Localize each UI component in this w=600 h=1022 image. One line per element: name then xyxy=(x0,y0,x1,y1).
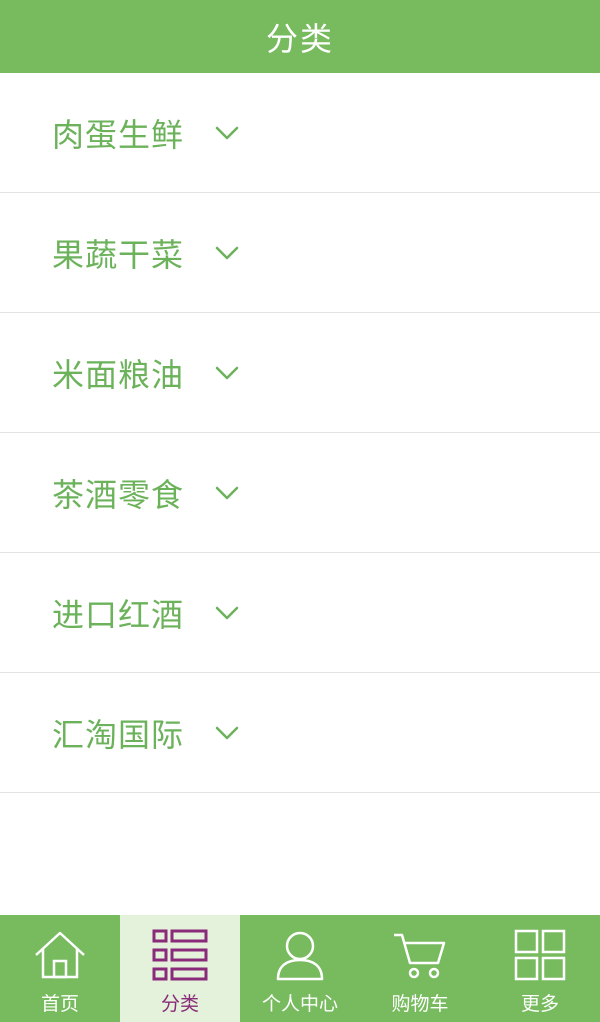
category-label: 进口红酒 xyxy=(52,595,185,634)
category-label: 汇淘国际 xyxy=(52,715,185,754)
user-icon xyxy=(276,931,324,981)
tab-label: 个人中心 xyxy=(261,993,338,1015)
tab-category[interactable]: 分类 xyxy=(120,915,240,1022)
grid-icon xyxy=(514,929,566,981)
top-header: 分类 xyxy=(0,0,600,73)
category-item-fruit-veg[interactable]: 果蔬干菜 xyxy=(0,193,600,313)
tab-label: 更多 xyxy=(520,993,559,1015)
cart-icon xyxy=(394,933,446,979)
tab-cart[interactable]: 购物车 xyxy=(360,915,480,1022)
category-label: 茶酒零食 xyxy=(52,475,185,514)
chevron-down-icon xyxy=(215,486,239,499)
category-item-meat-eggs-fresh[interactable]: 肉蛋生鲜 xyxy=(0,73,600,193)
tab-label: 首页 xyxy=(40,993,79,1015)
bottom-tab-bar: 首页 分类 个人中心 购物车 更多 xyxy=(0,915,600,1022)
chevron-down-icon xyxy=(215,726,239,739)
category-item-rice-noodles-oil[interactable]: 米面粮油 xyxy=(0,313,600,433)
category-label: 肉蛋生鲜 xyxy=(52,115,185,154)
chevron-down-icon xyxy=(215,246,239,259)
page-title: 分类 xyxy=(265,19,334,58)
chevron-down-icon xyxy=(215,606,239,619)
tab-label: 购物车 xyxy=(391,993,449,1015)
tab-more[interactable]: 更多 xyxy=(480,915,600,1022)
chevron-down-icon xyxy=(215,366,239,379)
tab-home[interactable]: 首页 xyxy=(0,915,120,1022)
category-item-tea-wine-snacks[interactable]: 茶酒零食 xyxy=(0,433,600,553)
tab-label: 分类 xyxy=(160,993,199,1015)
home-icon xyxy=(35,931,85,979)
tab-profile[interactable]: 个人中心 xyxy=(240,915,360,1022)
category-list-icon xyxy=(152,929,208,981)
category-item-imported-wine[interactable]: 进口红酒 xyxy=(0,553,600,673)
chevron-down-icon xyxy=(215,126,239,139)
category-list: 肉蛋生鲜 果蔬干菜 米面粮油 茶酒零食 进口红酒 汇淘国际 xyxy=(0,73,600,793)
category-item-international[interactable]: 汇淘国际 xyxy=(0,673,600,793)
category-label: 米面粮油 xyxy=(52,355,185,394)
category-label: 果蔬干菜 xyxy=(52,235,185,274)
